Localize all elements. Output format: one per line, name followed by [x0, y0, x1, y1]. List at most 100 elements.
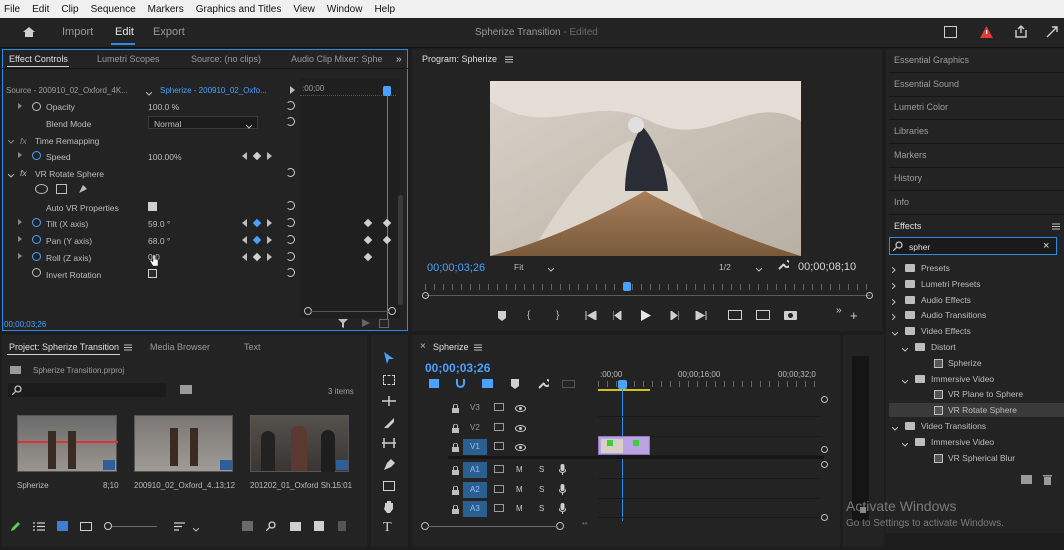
- sync-lock-icon[interactable]: [494, 504, 504, 512]
- home-icon[interactable]: [22, 26, 36, 38]
- sync-lock-icon[interactable]: [494, 403, 504, 411]
- panel-item[interactable]: Info: [894, 197, 909, 207]
- timeline-zoom-bar[interactable]: [428, 526, 558, 527]
- chevron-down-icon[interactable]: [891, 423, 899, 433]
- tab-text[interactable]: Text: [244, 342, 261, 352]
- program-scrub-bar[interactable]: [425, 295, 870, 296]
- mute-button[interactable]: M: [516, 465, 523, 474]
- effects-tree-item[interactable]: Immersive Video: [931, 374, 994, 384]
- chevron-right-icon[interactable]: [891, 265, 896, 275]
- razor-tool-icon[interactable]: [383, 417, 395, 431]
- mark-out-icon[interactable]: }: [556, 310, 559, 321]
- new-item-icon[interactable]: [314, 521, 324, 531]
- expand-chevron-icon[interactable]: [7, 170, 15, 180]
- tilt-value[interactable]: 59.0 °: [148, 219, 170, 229]
- expand-chevron-icon[interactable]: [18, 219, 22, 225]
- chevron-right-icon[interactable]: [891, 281, 896, 291]
- track-scroll-handle[interactable]: [821, 461, 828, 468]
- zoom-handle-left[interactable]: [422, 292, 429, 299]
- sync-lock-icon[interactable]: [494, 465, 504, 473]
- project-thumbnail-clip1[interactable]: [134, 415, 233, 472]
- tab-audio-clip-mixer[interactable]: Audio Clip Mixer: Sphe: [291, 54, 383, 64]
- effects-tree-item[interactable]: Presets: [921, 263, 950, 273]
- timeline-ruler[interactable]: [598, 381, 820, 387]
- clear-search-icon[interactable]: ×: [1043, 240, 1049, 252]
- panel-menu-icon[interactable]: [1052, 222, 1060, 232]
- new-bin-folder-icon[interactable]: [180, 385, 192, 394]
- tab-media-browser[interactable]: Media Browser: [150, 342, 210, 352]
- stopwatch-icon[interactable]: [32, 218, 41, 227]
- timeline-tab[interactable]: Spherize: [433, 342, 469, 352]
- program-time-ruler[interactable]: [425, 284, 870, 290]
- sync-lock-icon[interactable]: [494, 422, 504, 431]
- mute-button[interactable]: M: [516, 504, 523, 513]
- track-select-tool-icon[interactable]: [383, 375, 395, 385]
- effects-tree-item[interactable]: VR Rotate Sphere: [948, 405, 1017, 415]
- alert-icon[interactable]: [980, 26, 993, 40]
- menu-item[interactable]: Markers: [148, 4, 184, 15]
- lock-icon[interactable]: [452, 442, 459, 454]
- find-icon[interactable]: [265, 521, 276, 533]
- stopwatch-icon[interactable]: [32, 252, 41, 261]
- auto-vr-checkbox[interactable]: [148, 202, 157, 211]
- mark-in-icon[interactable]: {: [527, 310, 530, 321]
- chevron-down-icon[interactable]: [192, 524, 200, 534]
- effects-tree-item[interactable]: Distort: [931, 342, 956, 352]
- delete-icon[interactable]: [1043, 475, 1052, 487]
- hand-tool-icon[interactable]: [383, 500, 395, 515]
- expand-chevron-icon[interactable]: [18, 253, 22, 259]
- reset-icon[interactable]: [286, 168, 295, 177]
- new-bin-icon[interactable]: [290, 522, 301, 531]
- ec-scrollbar[interactable]: [398, 195, 403, 305]
- filter-icon[interactable]: [338, 319, 348, 330]
- opacity-value[interactable]: 100.0 %: [148, 102, 179, 112]
- snap-icon[interactable]: [456, 379, 465, 388]
- nest-icon[interactable]: [429, 379, 439, 388]
- sync-lock-icon[interactable]: [494, 442, 504, 450]
- next-keyframe-icon[interactable]: [267, 219, 272, 227]
- play-audio-icon[interactable]: [362, 319, 370, 327]
- step-back-icon[interactable]: [612, 310, 623, 322]
- expand-chevron-icon[interactable]: [18, 152, 22, 158]
- panel-item[interactable]: History: [894, 173, 922, 183]
- effects-tree-item[interactable]: Audio Transitions: [921, 310, 986, 320]
- chevron-down-icon[interactable]: [901, 376, 909, 386]
- next-keyframe-icon[interactable]: [267, 152, 272, 160]
- track-lane[interactable]: [598, 398, 820, 417]
- effects-tree-item[interactable]: Lumetri Presets: [921, 279, 981, 289]
- pen-mask-icon[interactable]: [77, 183, 89, 197]
- sync-lock-icon[interactable]: [494, 484, 504, 493]
- selection-tool-icon[interactable]: [383, 351, 395, 367]
- panel-item[interactable]: Essential Sound: [894, 79, 959, 89]
- expand-chevron-icon[interactable]: [7, 136, 15, 146]
- panel-item[interactable]: Essential Graphics: [894, 55, 969, 65]
- menu-item[interactable]: Edit: [32, 4, 49, 15]
- icon-view-icon[interactable]: [57, 521, 68, 531]
- step-forward-icon[interactable]: [669, 310, 680, 322]
- lock-icon[interactable]: [452, 403, 459, 415]
- ellipse-mask-icon[interactable]: [35, 184, 48, 194]
- timeline-playhead[interactable]: [618, 380, 627, 389]
- invert-rotation-checkbox[interactable]: [148, 269, 157, 278]
- reset-icon[interactable]: [286, 252, 295, 261]
- pencil-icon[interactable]: [10, 521, 21, 534]
- stopwatch-icon[interactable]: [32, 268, 41, 277]
- rectangle-mask-icon[interactable]: [56, 184, 67, 194]
- zoom-handle-right[interactable]: [866, 292, 873, 299]
- project-search-input[interactable]: [8, 383, 166, 397]
- stopwatch-icon[interactable]: [32, 102, 41, 111]
- export-frame-icon[interactable]: [379, 319, 389, 328]
- track-lane[interactable]: [598, 480, 820, 499]
- effects-tree-item[interactable]: VR Plane to Sphere: [948, 389, 1023, 399]
- track-scroll-handle[interactable]: [821, 396, 828, 403]
- menu-item[interactable]: Graphics and Titles: [196, 4, 282, 15]
- reset-icon[interactable]: [286, 268, 295, 277]
- solo-button[interactable]: S: [539, 485, 544, 494]
- prev-keyframe-icon[interactable]: [242, 253, 247, 261]
- effects-tree-item[interactable]: Audio Effects: [921, 295, 971, 305]
- expand-chevron-icon[interactable]: [18, 236, 22, 242]
- list-view-icon[interactable]: [33, 522, 45, 533]
- track-lane[interactable]: [598, 499, 820, 518]
- effects-tree-item[interactable]: VR Spherical Blur: [948, 453, 1015, 463]
- more-controls-icon[interactable]: »: [836, 305, 842, 316]
